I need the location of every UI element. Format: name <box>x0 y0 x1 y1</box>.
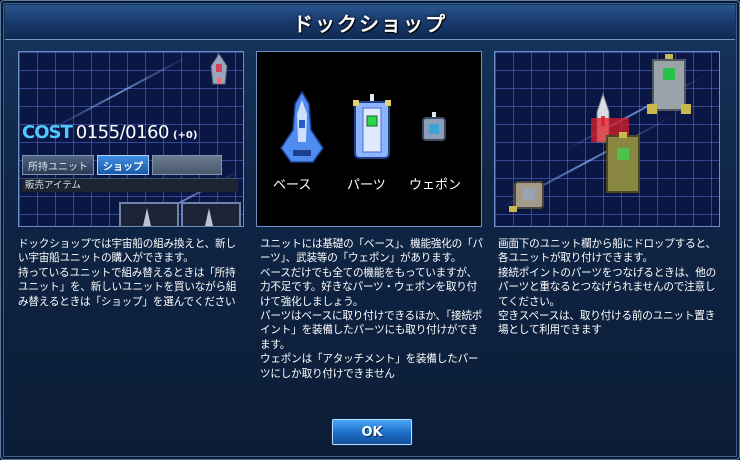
attached-part-icon <box>647 54 691 114</box>
tab-shop[interactable]: ショップ <box>97 155 149 175</box>
sale-items-header: 販売アイテム <box>22 178 238 192</box>
shop-preview-panel: COST 0155/0160 (+0) 所持ユニット ショップ 販売アイテム <box>18 51 244 227</box>
cost-display: COST 0155/0160 (+0) <box>19 122 243 152</box>
cost-label: COST <box>22 122 73 143</box>
item-slot <box>119 202 179 226</box>
base-ship-icon <box>280 90 324 163</box>
title-bar: ドックショップ <box>5 5 735 40</box>
ship-thumbnail-icon <box>205 208 213 226</box>
assembly-description: 画面下のユニット欄から船にドロップすると、各ユニットが取り付けできます。 接続ポ… <box>498 238 717 337</box>
weapon-label: ウェポン <box>409 178 462 193</box>
weapon-module-icon <box>422 112 446 141</box>
tab-owned-units[interactable]: 所持ユニット <box>22 155 94 175</box>
weapon-module-icon <box>509 181 544 212</box>
shop-description: ドックショップでは宇宙船の組み換えと、新しい宇宙船ユニットの購入ができます。 持… <box>18 238 237 308</box>
attached-part-icon <box>606 132 640 193</box>
base-label: ベース <box>273 178 312 193</box>
dialog-title: ドックショップ <box>293 11 447 36</box>
ok-button[interactable]: OK <box>332 419 412 445</box>
item-slot <box>181 202 241 226</box>
assembly-preview-panel <box>494 51 720 227</box>
dock-shop-dialog: ドックショップ COST 0155/0160 (+0) 所持ユニット ショップ … <box>0 0 740 460</box>
spaceship-icon <box>210 53 228 85</box>
unit-tabs: 所持ユニット ショップ <box>22 155 222 175</box>
parts-label: パーツ <box>347 178 386 193</box>
units-description: ユニットには基礎の「ベース」、機能強化の「パーツ」、武装等の「ウェポン」がありま… <box>260 238 483 380</box>
ship-thumbnail-icon <box>143 208 151 226</box>
parts-module-icon <box>353 94 391 159</box>
unit-types-panel: ベース パーツ ウェポン <box>256 51 482 227</box>
cost-value: 0155/0160 <box>75 122 170 143</box>
cost-delta: (+0) <box>172 130 198 141</box>
tab-empty <box>152 155 222 175</box>
